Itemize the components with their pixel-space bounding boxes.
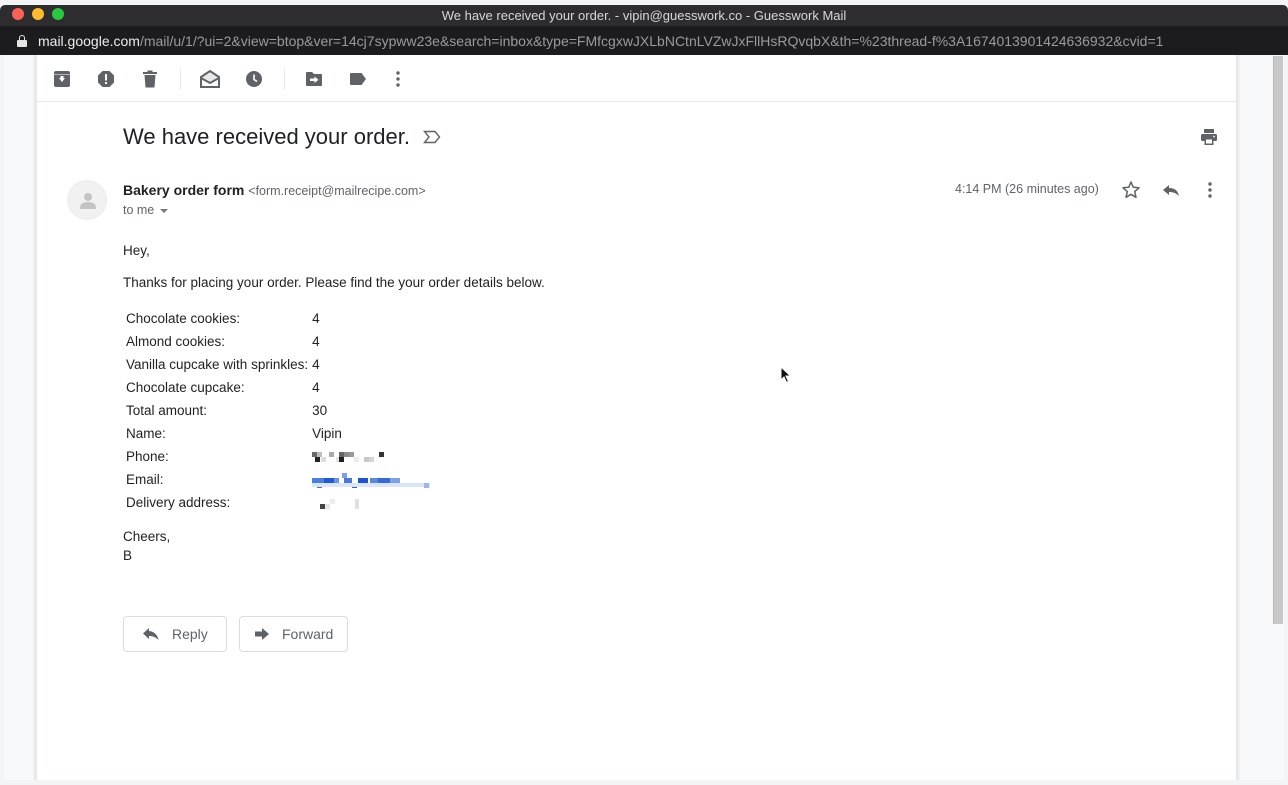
- toolbar-separator: [284, 68, 285, 90]
- detail-value: 30: [312, 402, 328, 418]
- detail-value-phone-redacted: [312, 446, 430, 466]
- table-row: Chocolate cupcake: 4: [126, 377, 430, 397]
- redacted-phone: [312, 450, 387, 464]
- reply-label: Reply: [172, 626, 208, 642]
- forward-icon: [255, 628, 269, 640]
- email-signoff: Cheers,: [123, 529, 171, 544]
- detail-label: Chocolate cookies:: [126, 310, 241, 326]
- order-details-table: Chocolate cookies: 4 Almond cookies: 4 Van…: [123, 305, 433, 515]
- email-signature: B: [123, 548, 133, 563]
- more-options-icon[interactable]: [1207, 180, 1213, 205]
- detail-value: Vipin: [312, 425, 342, 441]
- address-bar[interactable]: mail.google.com/mail/u/1/?ui=2&view=btop…: [0, 26, 1288, 55]
- email-greeting: Hey,: [123, 243, 150, 258]
- url-path: /mail/u/1/?ui=2&view=btop&ver=14cj7sypww…: [139, 32, 1164, 49]
- label-important-icon[interactable]: [423, 130, 441, 149]
- detail-label: Name:: [126, 425, 166, 441]
- page: We have received your order. Bakery orde…: [4, 55, 1284, 780]
- forward-label: Forward: [282, 626, 334, 642]
- table-row: Total amount: 30: [126, 400, 430, 420]
- report-spam-icon[interactable]: [96, 69, 116, 89]
- detail-value: 4: [312, 356, 320, 372]
- detail-value-address-redacted: [312, 492, 430, 512]
- detail-label: Vanilla cupcake with sprinkles:: [126, 356, 309, 372]
- email-toolbar: [37, 55, 1236, 102]
- redacted-address: [312, 496, 362, 510]
- reply-icon[interactable]: [1161, 180, 1181, 205]
- reply-button[interactable]: Reply: [123, 616, 227, 652]
- detail-value-email-redacted[interactable]: [312, 469, 431, 489]
- window-title: We have received your order. - vipin@gue…: [441, 8, 847, 23]
- redacted-email-link[interactable]: [312, 472, 431, 488]
- move-to-icon[interactable]: [304, 69, 324, 89]
- table-row: Vanilla cupcake with sprinkles: 4: [126, 354, 430, 374]
- forward-button[interactable]: Forward: [239, 616, 348, 652]
- vertical-scrollbar[interactable]: [1272, 55, 1284, 780]
- labels-icon[interactable]: [348, 69, 368, 89]
- detail-label: Chocolate cupcake:: [126, 379, 245, 395]
- email-timestamp: 4:14 PM (26 minutes ago): [955, 182, 1099, 196]
- title-bar: We have received your order. - vipin@gue…: [0, 5, 1288, 26]
- table-row: Chocolate cookies: 4: [126, 308, 430, 328]
- more-vert-icon[interactable]: [388, 69, 408, 89]
- detail-label: Phone:: [126, 448, 169, 464]
- detail-value: 4: [312, 379, 320, 395]
- url-text[interactable]: mail.google.com/mail/u/1/?ui=2&view=btop…: [38, 33, 1163, 49]
- mouse-cursor-icon: [780, 365, 792, 389]
- sender: Bakery order form <form.receipt@mailreci…: [123, 182, 426, 198]
- detail-label: Delivery address:: [126, 494, 231, 510]
- right-shadow: [1236, 55, 1240, 780]
- table-row: Name: Vipin: [126, 423, 430, 443]
- archive-icon[interactable]: [52, 69, 72, 89]
- chevron-down-icon[interactable]: [160, 208, 169, 213]
- sender-avatar: [67, 180, 107, 220]
- email-intro: Thanks for placing your order. Please fi…: [123, 275, 545, 290]
- detail-label: Almond cookies:: [126, 333, 226, 349]
- detail-label: Total amount:: [126, 402, 208, 418]
- table-row: Almond cookies: 4: [126, 331, 430, 351]
- browser-window: We have received your order. - vipin@gue…: [0, 0, 1288, 785]
- recipient-details-toggle[interactable]: to me: [123, 203, 169, 217]
- delete-icon[interactable]: [140, 69, 160, 89]
- recipient-text: to me: [123, 203, 155, 217]
- table-row: Delivery address:: [126, 492, 430, 512]
- detail-value: 4: [312, 310, 320, 326]
- email-view: We have received your order. Bakery orde…: [37, 55, 1236, 780]
- table-row: Email:: [126, 469, 431, 489]
- sender-name[interactable]: Bakery order form: [123, 182, 244, 198]
- detail-label: Email:: [126, 471, 164, 487]
- snooze-icon[interactable]: [244, 69, 264, 89]
- lock-icon: [17, 34, 27, 47]
- toolbar-separator: [180, 68, 181, 90]
- email-subject: We have received your order.: [123, 124, 410, 149]
- star-icon[interactable]: [1121, 180, 1141, 205]
- reply-icon: [143, 628, 159, 640]
- table-row: Phone:: [126, 446, 430, 466]
- print-icon[interactable]: [1200, 128, 1218, 151]
- url-host: mail.google.com: [38, 32, 140, 49]
- sender-email: <form.receipt@mailrecipe.com>: [248, 184, 426, 198]
- scrollbar-thumb[interactable]: [1273, 56, 1283, 624]
- detail-value: 4: [312, 333, 320, 349]
- mark-unread-icon[interactable]: [200, 69, 220, 89]
